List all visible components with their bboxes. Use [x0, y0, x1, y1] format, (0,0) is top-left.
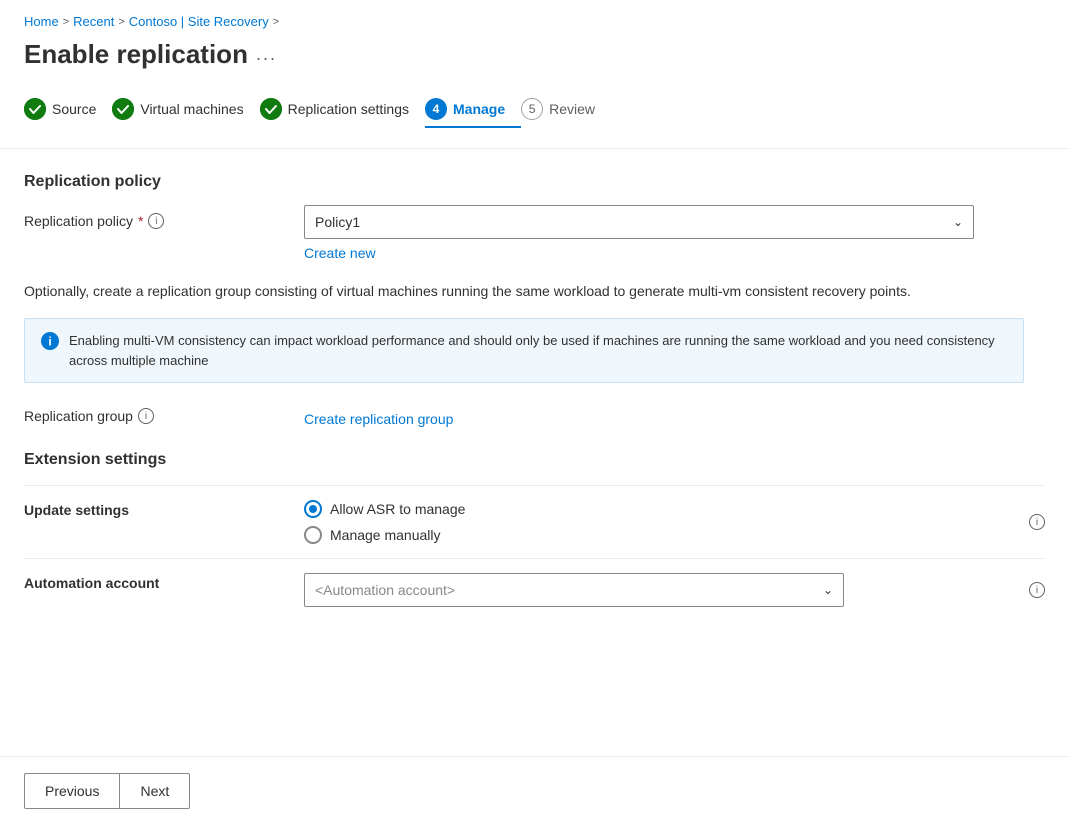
replication-policy-label: Replication policy * i	[24, 205, 304, 229]
replication-policy-info-icon[interactable]: i	[148, 213, 164, 229]
breadcrumb-contoso[interactable]: Contoso | Site Recovery	[129, 14, 269, 29]
step-vm-check-icon	[112, 98, 134, 120]
update-settings-row: Update settings Allow ASR to manage Mana…	[24, 485, 1045, 558]
svg-text:i: i	[48, 335, 51, 349]
main-content: Replication policy Replication policy * …	[0, 149, 1069, 756]
replication-group-info-icon[interactable]: i	[138, 408, 154, 424]
replication-policy-dropdown[interactable]: Policy1 ⌄	[304, 205, 974, 239]
footer: Previous Next	[0, 756, 1069, 825]
radio-manage-manually[interactable]: Manage manually	[304, 526, 1029, 544]
create-new-link[interactable]: Create new	[304, 245, 376, 261]
radio-allow-asr[interactable]: Allow ASR to manage	[304, 500, 1029, 518]
info-box-text: Enabling multi-VM consistency can impact…	[69, 331, 1007, 370]
automation-account-info-icon[interactable]: i	[1029, 582, 1045, 598]
automation-account-dropdown[interactable]: <Automation account> ⌄	[304, 573, 844, 607]
step-rep-check-icon	[260, 98, 282, 120]
breadcrumb-sep1: >	[63, 16, 69, 28]
next-button[interactable]: Next	[119, 773, 190, 809]
required-indicator: *	[138, 213, 143, 229]
step-rep-label: Replication settings	[288, 101, 409, 117]
step-source[interactable]: Source	[24, 90, 112, 128]
automation-account-content: <Automation account> ⌄	[304, 573, 1029, 607]
update-settings-label: Update settings	[24, 500, 304, 518]
update-settings-content: Allow ASR to manage Manage manually	[304, 500, 1029, 544]
step-source-check-icon	[24, 98, 46, 120]
step-source-label: Source	[52, 101, 96, 117]
automation-account-row: Automation account <Automation account> …	[24, 558, 1045, 621]
breadcrumb-sep3: >	[273, 16, 279, 28]
radio-manage-manually-circle	[304, 526, 322, 544]
step-manage[interactable]: 4 Manage	[425, 90, 521, 128]
create-replication-group-link[interactable]: Create replication group	[304, 411, 453, 427]
info-box: i Enabling multi-VM consistency can impa…	[24, 318, 1024, 383]
automation-account-placeholder: <Automation account>	[315, 582, 455, 598]
radio-manage-manually-label: Manage manually	[330, 527, 441, 543]
replication-group-row: Replication group i Create replication g…	[24, 405, 1045, 427]
step-review-label: Review	[549, 101, 595, 117]
automation-dropdown-chevron-icon: ⌄	[823, 583, 833, 597]
breadcrumb-sep2: >	[118, 16, 124, 28]
radio-allow-asr-label: Allow ASR to manage	[330, 501, 465, 517]
breadcrumb: Home > Recent > Contoso | Site Recovery …	[0, 0, 1069, 35]
dropdown-chevron-icon: ⌄	[953, 215, 963, 229]
info-box-icon: i	[41, 332, 59, 355]
previous-button[interactable]: Previous	[24, 773, 119, 809]
replication-group-label: Replication group i	[24, 408, 304, 424]
replication-policy-heading: Replication policy	[24, 173, 1045, 191]
replication-policy-row: Replication policy * i Policy1 ⌄ Create …	[24, 205, 1045, 261]
step-review[interactable]: 5 Review	[521, 90, 611, 128]
wizard-steps: Source Virtual machines Replication sett…	[0, 90, 1069, 149]
extension-settings-heading: Extension settings	[24, 451, 1045, 469]
step-manage-label: Manage	[453, 101, 505, 117]
step-virtual-machines[interactable]: Virtual machines	[112, 90, 259, 128]
page-title-menu-icon[interactable]: ...	[256, 44, 277, 65]
page-title: Enable replication	[24, 39, 248, 70]
breadcrumb-home[interactable]: Home	[24, 14, 59, 29]
replication-policy-value: Policy1	[315, 214, 360, 230]
description-text: Optionally, create a replication group c…	[24, 281, 1004, 302]
radio-allow-asr-circle	[304, 500, 322, 518]
page-title-row: Enable replication ...	[0, 35, 1069, 90]
step-replication-settings[interactable]: Replication settings	[260, 90, 425, 128]
update-settings-info-icon[interactable]: i	[1029, 514, 1045, 530]
step-vm-label: Virtual machines	[140, 101, 243, 117]
step-manage-icon: 4	[425, 98, 447, 120]
replication-policy-dropdown-container: Policy1 ⌄ Create new	[304, 205, 974, 261]
step-review-icon: 5	[521, 98, 543, 120]
automation-account-label: Automation account	[24, 573, 304, 591]
update-settings-radio-group: Allow ASR to manage Manage manually	[304, 500, 1029, 544]
breadcrumb-recent[interactable]: Recent	[73, 14, 114, 29]
